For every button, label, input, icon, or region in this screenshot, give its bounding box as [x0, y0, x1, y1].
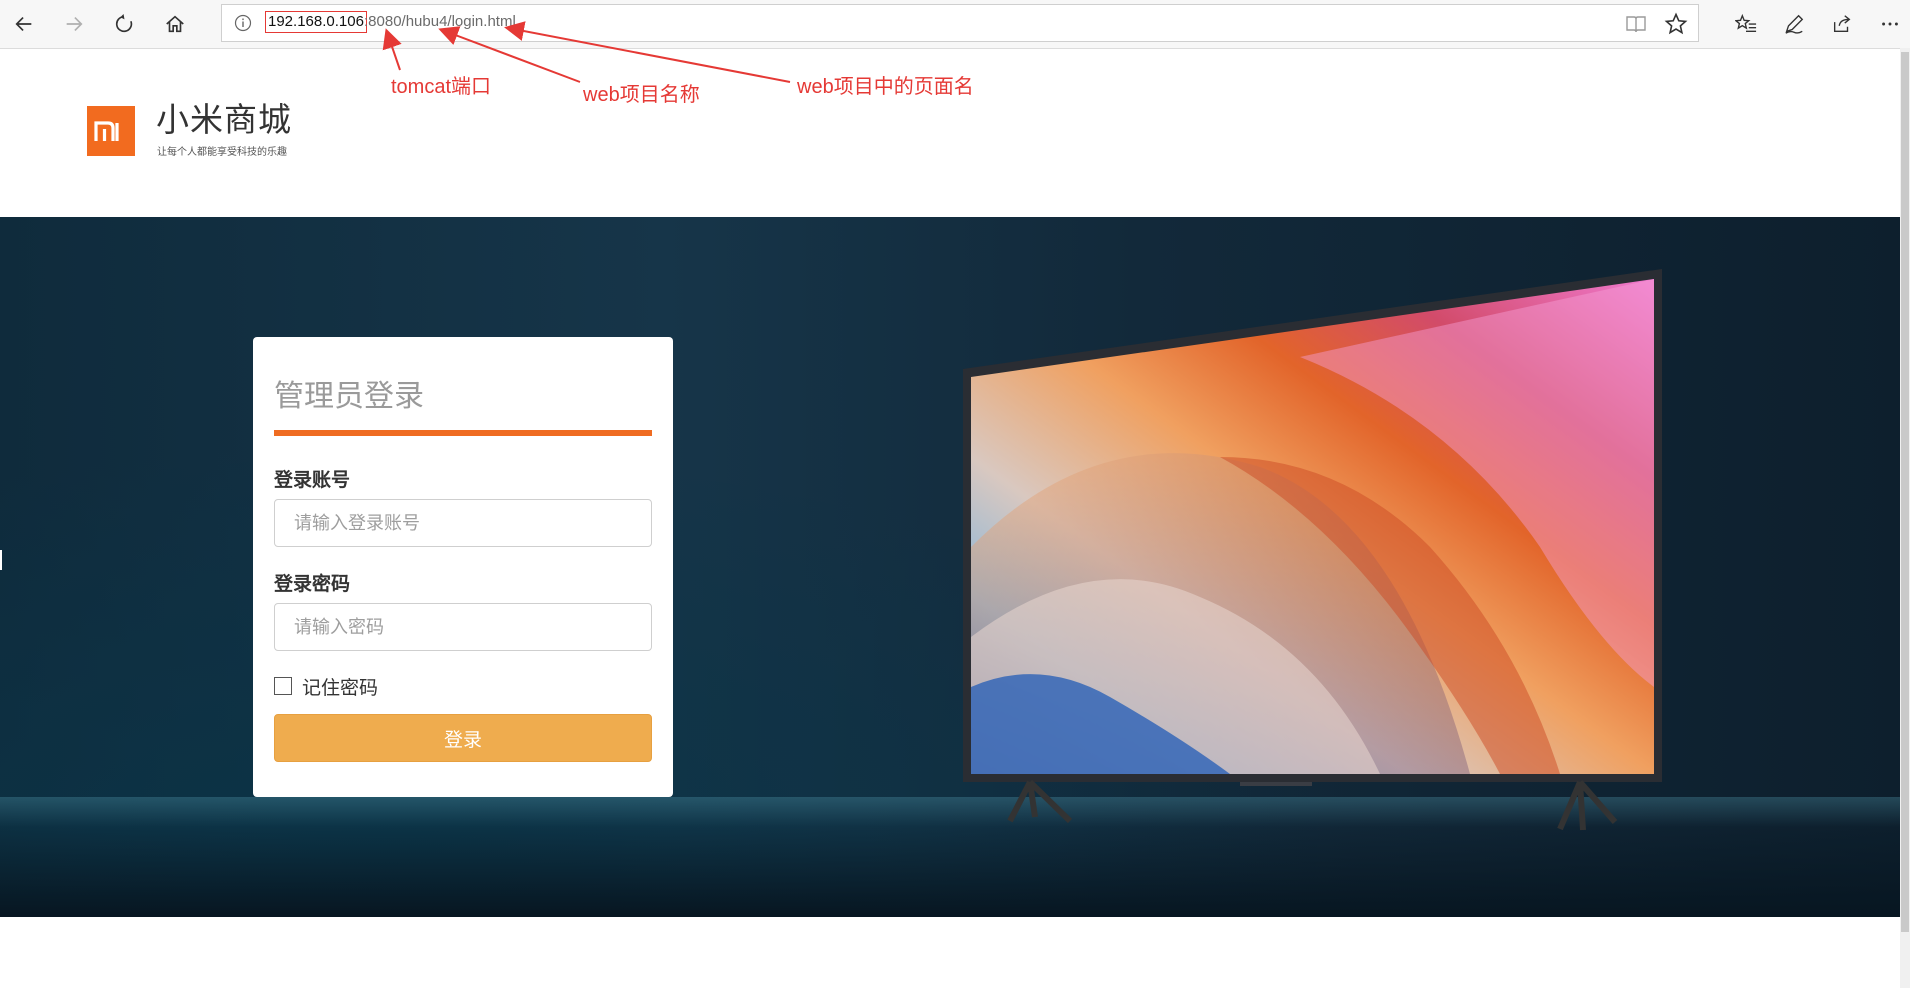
account-label: 登录账号: [274, 469, 351, 491]
password-input[interactable]: [274, 603, 652, 651]
share-icon: [1833, 15, 1851, 33]
annotation-port: tomcat端口: [391, 76, 492, 98]
back-arrow-icon: [15, 16, 32, 32]
share-button[interactable]: [1824, 6, 1860, 42]
account-input[interactable]: [274, 499, 652, 547]
hero-banner: 管理员登录 登录账号 登录密码 记住密码 登录: [0, 217, 1900, 917]
password-label: 登录密码: [274, 573, 351, 595]
refresh-button[interactable]: [106, 6, 142, 42]
remember-label[interactable]: 记住密码: [302, 673, 378, 700]
annotation-project: web项目名称: [583, 84, 700, 106]
reading-view-icon[interactable]: [1625, 13, 1647, 35]
back-button[interactable]: [6, 6, 42, 42]
url-host[interactable]: 192.168.0.106: [265, 11, 367, 33]
star-icon[interactable]: [1664, 12, 1688, 36]
mi-logo-icon: [94, 121, 119, 141]
login-button[interactable]: 登录: [274, 714, 652, 762]
brand-slogan: 让每个人都能享受科技的乐趣: [157, 147, 287, 158]
address-bar[interactable]: 192.168.0.106 :8080/hubu4/login.html: [221, 4, 1699, 42]
refresh-icon: [115, 13, 133, 33]
login-title: 管理员登录: [274, 379, 424, 414]
more-icon: [1882, 22, 1898, 26]
notes-button[interactable]: [1776, 6, 1812, 42]
url-path[interactable]: :8080/hubu4/login.html: [364, 11, 516, 33]
home-icon: [166, 15, 184, 33]
pen-icon: [1785, 14, 1804, 34]
favorites-list-icon: [1735, 13, 1757, 33]
more-button[interactable]: [1872, 6, 1908, 42]
login-card: 管理员登录 登录账号 登录密码 记住密码 登录: [253, 337, 673, 797]
forward-arrow-icon: [66, 16, 83, 32]
home-button[interactable]: [157, 6, 193, 42]
title-underline: [274, 430, 652, 436]
info-icon[interactable]: [234, 14, 252, 32]
scrollbar-thumb[interactable]: [1901, 52, 1909, 932]
browser-toolbar: 192.168.0.106 :8080/hubu4/login.html: [0, 0, 1910, 49]
remember-checkbox[interactable]: [274, 677, 292, 695]
brand-name: 小米商城: [156, 100, 292, 139]
annotation-page: web项目中的页面名: [797, 76, 974, 98]
forward-button[interactable]: [56, 6, 92, 42]
text-caret: [0, 550, 2, 570]
favorites-button[interactable]: [1728, 6, 1764, 42]
mi-logo[interactable]: [87, 106, 135, 156]
